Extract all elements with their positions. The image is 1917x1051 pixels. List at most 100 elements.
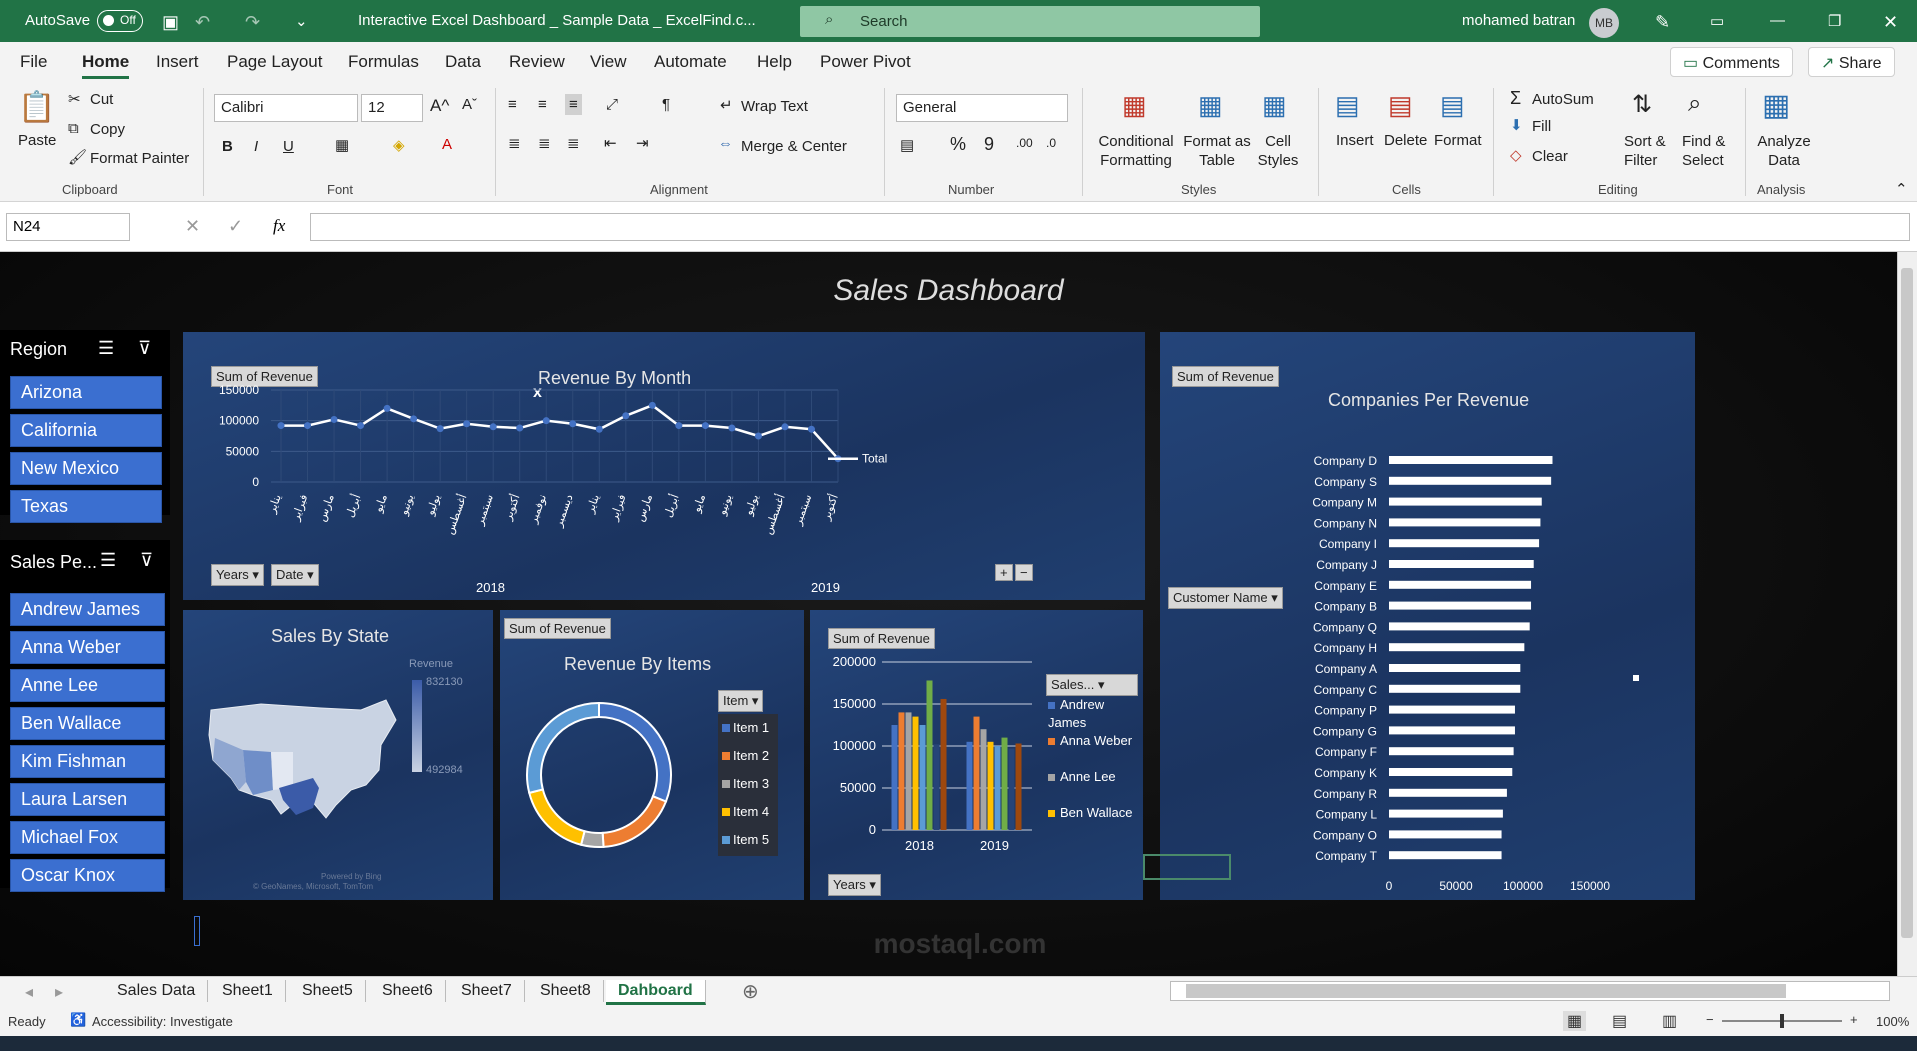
analyze-data-button[interactable]: Analyze Data [1756,132,1812,170]
zoom-level[interactable]: 100% [1876,1014,1909,1029]
sheet-tab-sheet6[interactable]: Sheet6 [370,980,446,1002]
sheet-tab-sheet1[interactable]: Sheet1 [210,980,286,1002]
normal-view-icon[interactable]: ▦ [1563,1011,1587,1031]
pen-icon[interactable]: ✎ [1655,12,1670,33]
percent-icon[interactable]: % [950,134,966,155]
slicer-item-california[interactable]: California [10,414,162,447]
legend-item[interactable]: Item 3 [722,776,769,791]
sort-filter-button[interactable]: Sort & Filter [1624,132,1678,170]
slicer-item-michael-fox[interactable]: Michael Fox [10,821,165,854]
legend-item[interactable]: Item 4 [722,804,769,819]
copy-button[interactable]: Copy [90,121,125,138]
slicer-item-anne-lee[interactable]: Anne Lee [10,669,165,702]
sheet-tab-sheet7[interactable]: Sheet7 [449,980,525,1002]
conditional-formatting-button[interactable]: Conditional Formatting [1096,132,1176,170]
merge-center-button[interactable]: Merge & Center [741,138,847,155]
sales-filter-button[interactable]: Sales... ▾ [1046,674,1138,696]
decrease-indent-icon[interactable]: ⇤ [604,134,617,152]
comma-icon[interactable]: 9 [984,134,994,155]
font-size-select[interactable]: 12 [361,94,423,122]
align-center-icon[interactable]: ≣ [538,134,551,152]
slicer-item-new-mexico[interactable]: New Mexico [10,452,162,485]
decrease-font-icon[interactable]: Aˇ [462,96,477,113]
tab-view[interactable]: View [590,52,627,72]
expand-field-icon[interactable]: + [995,564,1013,581]
sales-by-state-chart[interactable]: Sales By State Revenue 832130 492984 Pow… [183,610,493,900]
years-filter-button[interactable]: Years ▾ [211,564,264,586]
multi-select-icon[interactable]: ☰ [100,550,116,571]
tab-automate[interactable]: Automate [654,52,727,72]
legend-item[interactable]: Andrew James [1048,696,1140,732]
comments-button[interactable]: ▭ Comments [1670,47,1793,77]
avatar[interactable]: MB [1589,8,1619,38]
sheet-tab-sales-data[interactable]: Sales Data [105,980,209,1002]
insert-function-icon[interactable]: fx [273,216,285,236]
zoom-thumb[interactable] [1780,1014,1784,1028]
sheet-tab-sheet8[interactable]: Sheet8 [528,980,604,1002]
legend-item[interactable]: Item 1 [722,720,769,735]
revenue-by-items-chart[interactable]: Sum of Revenue Revenue By Items Item ▾ I… [500,610,804,900]
scroll-thumb[interactable] [1901,268,1913,938]
align-right-icon[interactable]: ≣ [567,134,580,152]
format-painter-button[interactable]: Format Painter [90,150,189,167]
delete-button[interactable]: Delete [1384,132,1427,149]
font-name-select[interactable]: Calibri [214,94,358,122]
fill-color-icon[interactable]: ◈ [393,136,405,154]
page-layout-icon[interactable]: ▤ [1612,1011,1627,1031]
italic-icon[interactable]: I [254,138,258,155]
sales-by-year-chart[interactable]: Sum of Revenue 200000 150000 100000 50000 0 2… [810,610,1143,900]
increase-decimal-icon[interactable]: .00 [1016,136,1033,150]
collapse-ribbon-icon[interactable]: ⌃ [1895,180,1908,198]
multi-select-icon[interactable]: ☰ [98,338,114,359]
cancel-icon[interactable]: ✕ [185,216,200,237]
restore-icon[interactable]: ❐ [1828,12,1841,30]
save-icon[interactable]: ▣ [162,12,179,33]
prev-sheet-icon[interactable]: ◂ [25,982,33,1002]
tab-file[interactable]: File [20,52,47,72]
wrap-text-button[interactable]: Wrap Text [741,98,808,115]
clear-filter-icon[interactable]: ⊽ [140,550,153,571]
slicer-item-arizona[interactable]: Arizona [10,376,162,409]
text-direction-icon[interactable]: ¶ [662,96,670,113]
companies-per-revenue-chart[interactable]: Sum of Revenue Companies Per Revenue Cus… [1160,332,1695,900]
dashboard-sheet[interactable]: Sales Dashboard Region ☰ ⊽ Arizona Calif… [0,252,1897,976]
align-bottom-icon[interactable]: ≡ [565,94,582,115]
tab-help[interactable]: Help [757,52,792,72]
search-box[interactable]: ⌕ Search [800,6,1260,37]
slicer-item-andrew-james[interactable]: Andrew James [10,593,165,626]
find-select-button[interactable]: Find & Select [1682,132,1738,170]
clear-button[interactable]: Clear [1532,148,1568,165]
scroll-thumb[interactable] [1186,984,1786,998]
close-icon[interactable]: ✕ [1883,12,1898,33]
add-sheet-icon[interactable]: ⊕ [742,979,759,1004]
align-middle-icon[interactable]: ≡ [538,96,547,113]
decrease-decimal-icon[interactable]: .0 [1046,136,1056,150]
years-filter-button[interactable]: Years ▾ [828,874,881,896]
format-as-table-button[interactable]: Format as Table [1180,132,1254,170]
underline-icon[interactable]: U [283,138,294,155]
slicer-item-ben-wallace[interactable]: Ben Wallace [10,707,165,740]
sheet-tab-sheet5[interactable]: Sheet5 [290,980,366,1002]
format-button[interactable]: Format [1434,132,1482,149]
autosum-button[interactable]: AutoSum [1532,91,1594,108]
slicer-item-oscar-knox[interactable]: Oscar Knox [10,859,165,892]
legend-item[interactable]: Anne Lee [1048,768,1140,786]
align-top-icon[interactable]: ≡ [508,96,517,113]
accounting-icon[interactable]: ▤ [900,136,914,154]
item-filter-button[interactable]: Item ▾ [718,690,764,712]
slicer-item-kim-fishman[interactable]: Kim Fishman [10,745,165,778]
legend-item[interactable]: Ben Wallace [1048,804,1140,822]
zoom-slider[interactable] [1722,1014,1842,1028]
tab-page-layout[interactable]: Page Layout [227,52,322,72]
paste-icon[interactable]: 📋 [18,90,55,125]
tab-home[interactable]: Home [82,52,130,79]
vertical-scrollbar[interactable] [1897,252,1917,976]
tab-formulas[interactable]: Formulas [348,52,419,72]
slicer-item-texas[interactable]: Texas [10,490,162,523]
enter-icon[interactable]: ✓ [228,216,243,237]
tab-insert[interactable]: Insert [156,52,199,72]
date-filter-button[interactable]: Date ▾ [271,564,319,586]
autosave-toggle[interactable]: Off [97,10,143,32]
font-color-icon[interactable]: A [442,136,452,153]
cut-button[interactable]: Cut [90,91,113,108]
